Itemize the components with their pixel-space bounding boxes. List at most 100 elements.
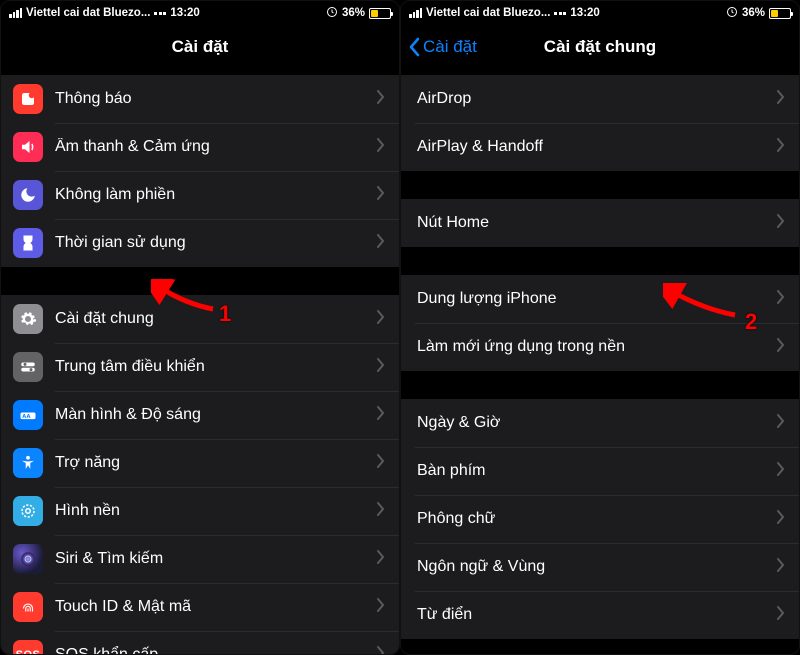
settings-row[interactable]: Thời gian sử dụng <box>1 219 399 267</box>
row-label: Dung lượng iPhone <box>417 290 771 308</box>
control-icon <box>13 352 43 382</box>
row-label: SOS khẩn cấp <box>55 646 371 655</box>
screentime-icon <box>13 228 43 258</box>
general-group-storage: Dung lượng iPhone Làm mới ứng dụng trong … <box>401 275 799 371</box>
chevron-right-icon <box>777 138 785 157</box>
settings-row[interactable]: Bàn phím <box>401 447 799 495</box>
row-label: Làm mới ứng dụng trong nền <box>417 338 771 356</box>
settings-row[interactable]: Touch ID & Mật mã <box>1 583 399 631</box>
chevron-right-icon <box>777 606 785 625</box>
chevron-right-icon <box>377 90 385 109</box>
chevron-right-icon <box>777 558 785 577</box>
page-title: Cài đặt <box>172 37 229 57</box>
general-group-air: AirDrop AirPlay & Handoff <box>401 75 799 171</box>
settings-row[interactable]: AirDrop <box>401 75 799 123</box>
settings-row[interactable]: AA Màn hình & Độ sáng <box>1 391 399 439</box>
settings-row[interactable]: Không làm phiền <box>1 171 399 219</box>
row-label: Trợ năng <box>55 454 371 472</box>
row-label: Ngày & Giờ <box>417 414 771 432</box>
settings-row[interactable]: Hình nền <box>1 487 399 535</box>
chevron-right-icon <box>777 462 785 481</box>
settings-row[interactable]: Phông chữ <box>401 495 799 543</box>
row-label: Siri & Tìm kiếm <box>55 550 371 568</box>
row-label: Touch ID & Mật mã <box>55 598 371 616</box>
signal-icon <box>409 8 422 18</box>
row-label: Thời gian sử dụng <box>55 234 371 252</box>
row-label: Trung tâm điều khiển <box>55 358 371 376</box>
chevron-right-icon <box>377 598 385 617</box>
row-label: Cài đặt chung <box>55 310 371 328</box>
chevron-right-icon <box>777 338 785 357</box>
battery-icon <box>369 8 391 19</box>
notifications-icon <box>13 84 43 114</box>
carrier-label: Viettel cai dat Bluezo... <box>26 7 150 19</box>
row-label: Không làm phiền <box>55 186 371 204</box>
chevron-right-icon <box>377 186 385 205</box>
chevron-right-icon <box>377 454 385 473</box>
chevron-right-icon <box>777 214 785 233</box>
chevron-right-icon <box>377 550 385 569</box>
page-title: Cài đặt chung <box>544 37 656 57</box>
chevron-right-icon <box>377 234 385 253</box>
row-label: Hình nền <box>55 502 371 520</box>
signal-icon <box>9 8 22 18</box>
settings-row[interactable]: Ngày & Giờ <box>401 399 799 447</box>
settings-row[interactable]: Siri & Tìm kiếm <box>1 535 399 583</box>
settings-group-notifications: Thông báo Âm thanh & Cảm ứng Không làm phi… <box>1 75 399 267</box>
settings-row[interactable]: Trung tâm điều khiển <box>1 343 399 391</box>
settings-row[interactable]: Cài đặt chung <box>1 295 399 343</box>
touchid-icon <box>13 592 43 622</box>
general-group-home: Nút Home <box>401 199 799 247</box>
nav-bar: Cài đặt <box>1 25 399 69</box>
status-bar: Viettel cai dat Bluezo... 13:20 36% <box>401 1 799 25</box>
battery-pct: 36% <box>742 7 765 19</box>
wallpaper-icon <box>13 496 43 526</box>
row-label: AirPlay & Handoff <box>417 138 771 156</box>
settings-row[interactable]: Nút Home <box>401 199 799 247</box>
low-power-icon <box>326 6 338 21</box>
low-power-icon <box>726 6 738 21</box>
settings-row[interactable]: Làm mới ứng dụng trong nền <box>401 323 799 371</box>
sos-icon: SOS <box>13 640 43 655</box>
row-label: Bàn phím <box>417 462 771 480</box>
settings-row[interactable]: SOS SOS khẩn cấp <box>1 631 399 655</box>
nav-bar: Cài đặt Cài đặt chung <box>401 25 799 69</box>
chevron-right-icon <box>377 358 385 377</box>
siri-icon <box>13 544 43 574</box>
display-icon: AA <box>13 400 43 430</box>
row-label: Phông chữ <box>417 510 771 528</box>
chevron-left-icon <box>407 37 421 57</box>
back-label: Cài đặt <box>423 37 477 57</box>
accessibility-icon <box>13 448 43 478</box>
general-icon <box>13 304 43 334</box>
settings-row[interactable]: Dung lượng iPhone <box>401 275 799 323</box>
row-label: AirDrop <box>417 90 771 108</box>
chevron-right-icon <box>377 502 385 521</box>
settings-row[interactable]: Trợ năng <box>1 439 399 487</box>
status-time: 13:20 <box>170 7 199 19</box>
chevron-right-icon <box>777 290 785 309</box>
sounds-icon <box>13 132 43 162</box>
chevron-right-icon <box>377 406 385 425</box>
settings-row[interactable]: Ngôn ngữ & Vùng <box>401 543 799 591</box>
settings-group-general: Cài đặt chung Trung tâm điều khiển AA Màn h… <box>1 295 399 655</box>
general-group-locale: Ngày & Giờ Bàn phím Phông chữ Ngôn ngữ & Vù… <box>401 399 799 639</box>
chevron-right-icon <box>777 414 785 433</box>
battery-pct: 36% <box>342 7 365 19</box>
row-label: Màn hình & Độ sáng <box>55 406 371 424</box>
chevron-right-icon <box>377 310 385 329</box>
chevron-right-icon <box>777 90 785 109</box>
row-label: Thông báo <box>55 90 371 108</box>
settings-row[interactable]: Âm thanh & Cảm ứng <box>1 123 399 171</box>
dnd-icon <box>13 180 43 210</box>
settings-row[interactable]: AirPlay & Handoff <box>401 123 799 171</box>
settings-row[interactable]: Từ điển <box>401 591 799 639</box>
menu-dots-icon <box>154 12 166 15</box>
settings-row[interactable]: Thông báo <box>1 75 399 123</box>
back-button[interactable]: Cài đặt <box>407 37 477 57</box>
row-label: Ngôn ngữ & Vùng <box>417 558 771 576</box>
chevron-right-icon <box>377 646 385 655</box>
battery-icon <box>769 8 791 19</box>
row-label: Từ điển <box>417 606 771 624</box>
chevron-right-icon <box>377 138 385 157</box>
